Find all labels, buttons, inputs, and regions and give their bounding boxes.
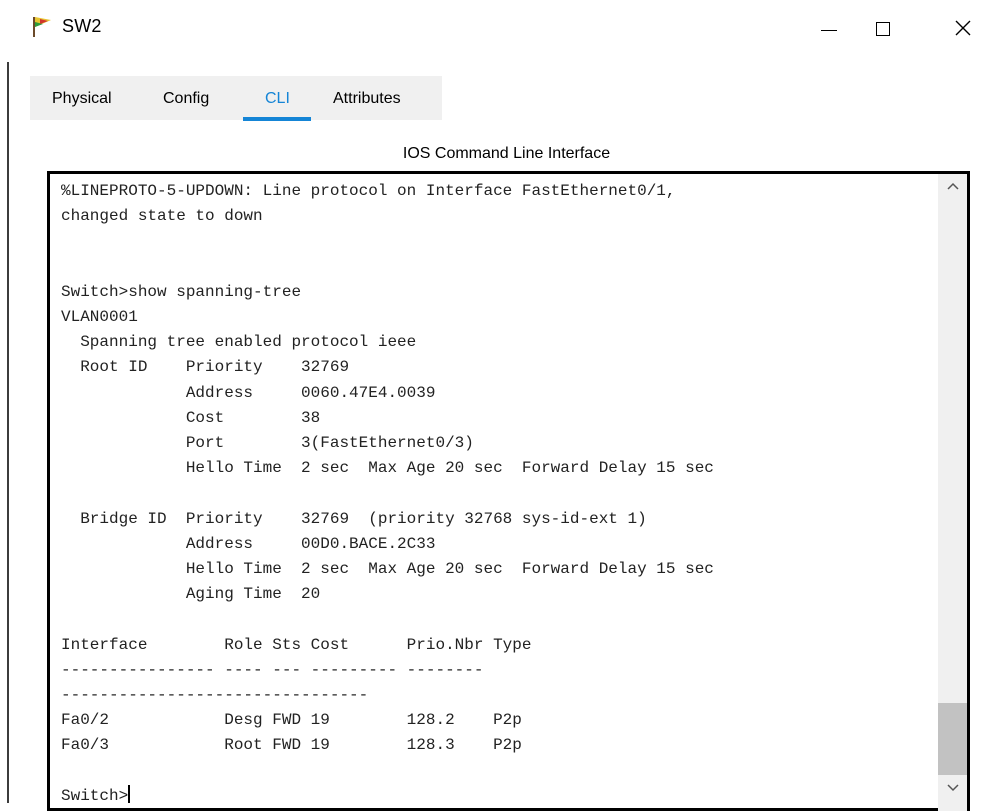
terminal-line: Address 0060.47E4.0039 — [185, 383, 436, 402]
maximize-button[interactable] — [860, 0, 906, 56]
terminal-output[interactable]: %LINEPROTO-5-UPDOWN: Line protocol on In… — [61, 179, 714, 809]
terminal-line: changed state to down — [61, 207, 263, 226]
window-title: SW2 — [62, 16, 102, 36]
minimize-button[interactable] — [806, 0, 852, 56]
terminal-line: Root ID Priority 32769 — [80, 358, 350, 377]
terminal-lines: %LINEPROTO-5-UPDOWN: Line protocol on In… — [61, 182, 714, 754]
scroll-thumb[interactable] — [938, 703, 967, 775]
tab-attributes[interactable]: Attributes — [333, 90, 401, 108]
scroll-down-button[interactable] — [938, 776, 967, 800]
minimize-icon — [821, 29, 837, 31]
tab-bar: Physical Config CLI Attributes — [30, 76, 442, 120]
terminal-line: Port 3(FastEthernet0/3) — [185, 434, 474, 453]
tab-config[interactable]: Config — [163, 90, 209, 108]
terminal-line: %LINEPROTO-5-UPDOWN: Line protocol on In… — [61, 182, 676, 200]
title-bar: SW2 — [0, 0, 988, 56]
close-button[interactable] — [940, 0, 986, 56]
terminal-line: Address 00D0.BACE.2C33 — [185, 534, 436, 553]
scroll-up-button[interactable] — [938, 174, 967, 198]
switch-app-icon — [30, 14, 56, 38]
close-icon — [955, 20, 971, 36]
chevron-up-icon — [946, 182, 959, 190]
terminal-line: Spanning tree enabled protocol ieee — [80, 333, 417, 352]
terminal-line: ---------------- ---- --- --------- ----… — [61, 660, 484, 679]
terminal-line: -------------------------------- — [61, 686, 369, 705]
panel-title: IOS Command Line Interface — [402, 145, 611, 162]
tab-physical[interactable]: Physical — [52, 90, 112, 108]
terminal-line: Interface Role Sts Cost Prio.Nbr Type — [61, 635, 532, 654]
terminal-line: Fa0/2 Desg FWD 19 128.2 P2p — [61, 711, 522, 730]
window-left-edge — [7, 62, 9, 803]
terminal-line: Cost 38 — [185, 408, 321, 427]
terminal-line: Bridge ID Priority 32769 (priority 32768… — [80, 509, 647, 528]
cli-terminal[interactable]: %LINEPROTO-5-UPDOWN: Line protocol on In… — [47, 171, 970, 811]
terminal-line: Aging Time 20 — [185, 585, 321, 604]
text-cursor — [128, 784, 130, 803]
maximize-icon — [876, 22, 890, 36]
tab-cli[interactable]: CLI — [265, 90, 290, 108]
terminal-line: Fa0/3 Root FWD 19 128.3 P2p — [61, 736, 522, 755]
chevron-down-icon — [946, 784, 959, 792]
terminal-line: Hello Time 2 sec Max Age 20 sec Forward … — [185, 459, 714, 478]
terminal-line: VLAN0001 — [61, 308, 138, 327]
terminal-prompt: Switch> — [61, 786, 129, 805]
terminal-line: Hello Time 2 sec Max Age 20 sec Forward … — [185, 560, 714, 579]
terminal-line: Switch>show spanning-tree — [61, 282, 302, 301]
terminal-scrollbar[interactable] — [938, 174, 967, 811]
active-tab-indicator — [243, 117, 311, 121]
